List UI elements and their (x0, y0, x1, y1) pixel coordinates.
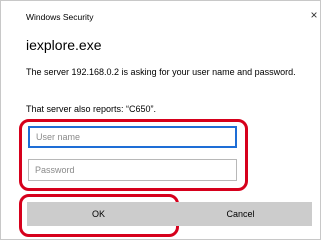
ok-button[interactable]: OK (27, 202, 170, 226)
window-title: Windows Security (26, 12, 94, 22)
auth-message: The server 192.168.0.2 is asking for you… (26, 67, 296, 77)
username-input[interactable] (28, 126, 237, 148)
server-report: That server also reports: “C650”. (26, 104, 157, 114)
close-icon[interactable]: × (309, 9, 319, 21)
password-input[interactable] (28, 159, 237, 181)
credential-dialog: Windows Security × iexplore.exe The serv… (0, 0, 321, 240)
cancel-button[interactable]: Cancel (169, 202, 312, 226)
app-name: iexplore.exe (26, 37, 102, 53)
